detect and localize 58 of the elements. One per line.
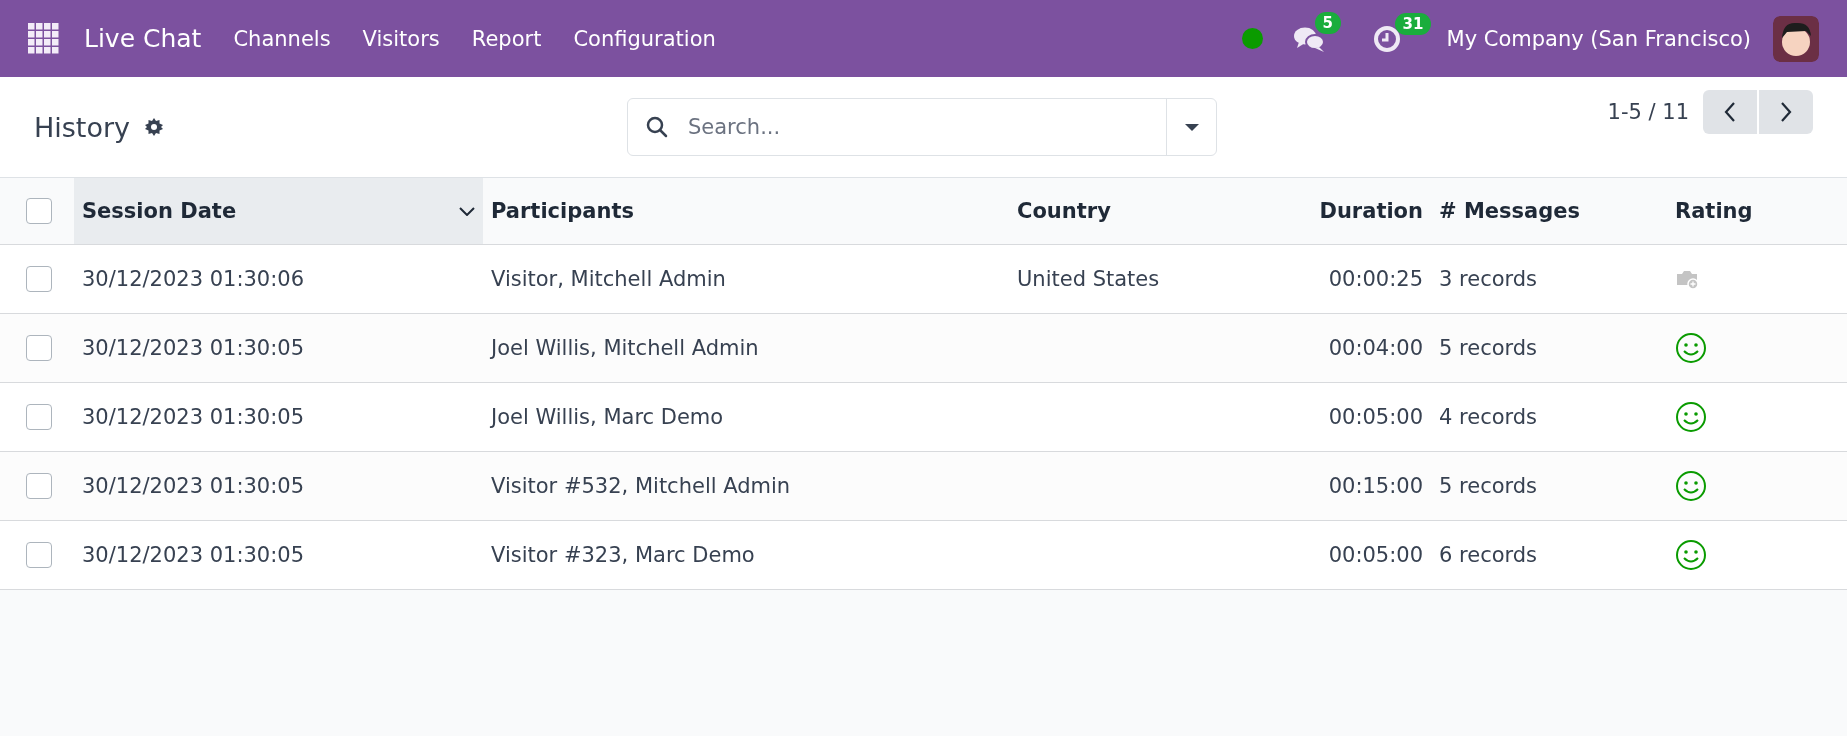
company-name[interactable]: My Company (San Francisco) — [1446, 26, 1751, 51]
column-header[interactable]: Duration — [1240, 178, 1431, 245]
table-cell: 30/12/2023 01:30:05 — [74, 451, 483, 521]
table-cell: 30/12/2023 01:30:05 — [74, 382, 483, 452]
table-cell: 00:05:00 — [1240, 520, 1431, 590]
table-cell: 6 records — [1431, 520, 1667, 590]
next-button[interactable] — [1759, 90, 1813, 134]
clock-icon[interactable] — [1372, 24, 1401, 53]
pager-value[interactable]: 1-5 / 11 — [1607, 100, 1689, 124]
column-label: Session Date — [82, 199, 237, 223]
table-cell: 5 records — [1431, 451, 1667, 521]
table-cell: Visitor #323, Marc Demo — [483, 520, 1009, 590]
checkbox[interactable] — [26, 266, 52, 292]
table-cell: 00:04:00 — [1240, 313, 1431, 383]
table-cell: Joel Willis, Mitchell Admin — [483, 313, 1009, 383]
menu-item[interactable]: Visitors — [362, 26, 440, 51]
gear-icon[interactable] — [144, 117, 165, 137]
table-cell: 00:00:25 — [1240, 244, 1431, 314]
table-cell: 30/12/2023 01:30:05 — [74, 520, 483, 590]
table-cell: 4 records — [1431, 382, 1667, 452]
table-cell: 5 records — [1431, 313, 1667, 383]
table-cell: 00:15:00 — [1240, 451, 1431, 521]
column-header[interactable]: # Messages — [1431, 178, 1667, 245]
app-menu-icon[interactable] — [28, 22, 60, 55]
status-dot — [1241, 28, 1263, 49]
chevron-down-icon — [459, 206, 475, 216]
menu-item[interactable]: Channels — [233, 26, 331, 51]
table-cell: Visitor #532, Mitchell Admin — [483, 451, 1009, 521]
search-bar[interactable]: Search... — [627, 98, 1217, 156]
table-cell: 3 records — [1431, 244, 1667, 314]
notification-badge: 5 — [1314, 11, 1341, 34]
menu-item[interactable]: Report — [471, 26, 542, 51]
search-icon — [646, 116, 668, 138]
checkbox[interactable] — [26, 404, 52, 430]
column-header[interactable]: Rating — [1667, 178, 1847, 245]
page-title: History — [34, 111, 131, 143]
notification-badge: 31 — [1394, 12, 1432, 35]
app-name[interactable]: Live Chat — [84, 24, 202, 53]
table-cell: 30/12/2023 01:30:05 — [74, 313, 483, 383]
chevron-right-icon — [1780, 102, 1792, 122]
search-input[interactable]: Search... — [686, 114, 1166, 140]
column-header[interactable]: Participants — [483, 178, 1009, 245]
column-header[interactable]: Session Date — [74, 178, 483, 245]
column-header[interactable]: Country — [1009, 178, 1240, 245]
table-cell: United States — [1009, 244, 1240, 314]
table-cell: Joel Willis, Marc Demo — [483, 382, 1009, 452]
menu-item[interactable]: Configuration — [573, 26, 716, 51]
table-cell: 00:05:00 — [1240, 382, 1431, 452]
checkbox[interactable] — [26, 473, 52, 499]
checkbox[interactable] — [26, 198, 52, 224]
caret-icon — [1184, 123, 1199, 131]
chevron-left-icon — [1724, 102, 1736, 122]
table-cell: Visitor, Mitchell Admin — [483, 244, 1009, 314]
checkbox[interactable] — [26, 335, 52, 361]
checkbox[interactable] — [26, 542, 52, 568]
table-cell: 30/12/2023 01:30:06 — [74, 244, 483, 314]
avatar[interactable] — [1773, 15, 1819, 62]
previous-button[interactable] — [1703, 90, 1757, 134]
